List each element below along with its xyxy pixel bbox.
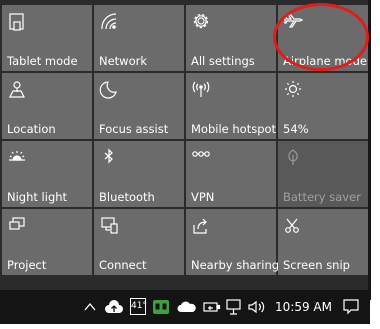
taskbar: 41° 10:59 AM [0, 290, 370, 324]
tablet-mode-icon [7, 11, 29, 33]
tile-label: Connect [99, 258, 147, 272]
tile-location[interactable]: Location [2, 73, 92, 139]
tile-label: Battery saver [283, 190, 361, 204]
tile-tablet-mode[interactable]: Tablet mode [2, 5, 92, 71]
action-center-panel: Tablet mode Network All settings Airplan… [0, 0, 370, 290]
tile-label: Bluetooth [99, 190, 155, 204]
weather-icon[interactable]: 41° [130, 298, 147, 315]
tile-brightness[interactable]: 54% [278, 73, 368, 139]
tile-battery-saver[interactable]: Battery saver [278, 141, 368, 207]
tile-label: Location [7, 122, 56, 136]
battery-icon[interactable] [203, 298, 221, 316]
chevron-up-icon[interactable] [82, 298, 98, 316]
hotspot-icon [191, 79, 213, 101]
tile-label: Network [99, 54, 148, 68]
panel-edge [368, 0, 371, 300]
network-icon [99, 11, 121, 33]
app-icon[interactable] [152, 298, 170, 316]
tile-nearby-sharing[interactable]: Nearby sharing [186, 209, 280, 275]
settings-gear-icon [191, 11, 213, 33]
tile-label: All settings [191, 54, 255, 68]
vpn-icon [191, 147, 213, 169]
tile-label: Project [7, 258, 47, 272]
tile-bluetooth[interactable]: Bluetooth [94, 141, 184, 207]
taskbar-clock[interactable]: 10:59 AM [275, 298, 332, 316]
brightness-icon [283, 79, 305, 101]
night-light-icon [7, 147, 29, 169]
tile-label: Nearby sharing [191, 258, 280, 272]
moon-icon [99, 79, 121, 101]
connect-icon [99, 215, 121, 237]
tile-label: 54% [283, 122, 309, 136]
onedrive-icon[interactable] [176, 298, 198, 316]
tile-focus-assist[interactable]: Focus assist [94, 73, 184, 139]
tile-airplane-mode[interactable]: Airplane mode [278, 5, 368, 71]
tile-label: Mobile hotspot [191, 122, 277, 136]
tile-screen-snip[interactable]: Screen snip [278, 209, 368, 275]
volume-icon[interactable] [248, 298, 266, 316]
bluetooth-icon [99, 147, 121, 169]
tile-label: Focus assist [99, 122, 169, 136]
network-wired-icon[interactable] [224, 298, 244, 316]
tile-mobile-hotspot[interactable]: Mobile hotspot [186, 73, 276, 139]
tile-label: Screen snip [283, 258, 350, 272]
notification-icon[interactable] [342, 298, 360, 316]
airplane-icon [283, 11, 305, 33]
tile-project[interactable]: Project [2, 209, 92, 275]
tile-label: Tablet mode [7, 54, 78, 68]
nearby-sharing-icon [191, 215, 213, 237]
battery-saver-icon [283, 147, 305, 169]
tile-label: Night light [7, 190, 68, 204]
tile-all-settings[interactable]: All settings [186, 5, 276, 71]
cloud-upload-icon[interactable] [104, 298, 124, 316]
screen-snip-icon [283, 215, 305, 237]
tile-night-light[interactable]: Night light [2, 141, 92, 207]
tile-label: VPN [191, 190, 215, 204]
tile-connect[interactable]: Connect [94, 209, 184, 275]
tile-network[interactable]: Network [94, 5, 184, 71]
tile-vpn[interactable]: VPN [186, 141, 276, 207]
tile-label: Airplane mode [283, 54, 367, 68]
quick-actions-grid: Tablet mode Network All settings Airplan… [2, 5, 368, 275]
location-icon [7, 79, 29, 101]
project-icon [7, 215, 29, 237]
